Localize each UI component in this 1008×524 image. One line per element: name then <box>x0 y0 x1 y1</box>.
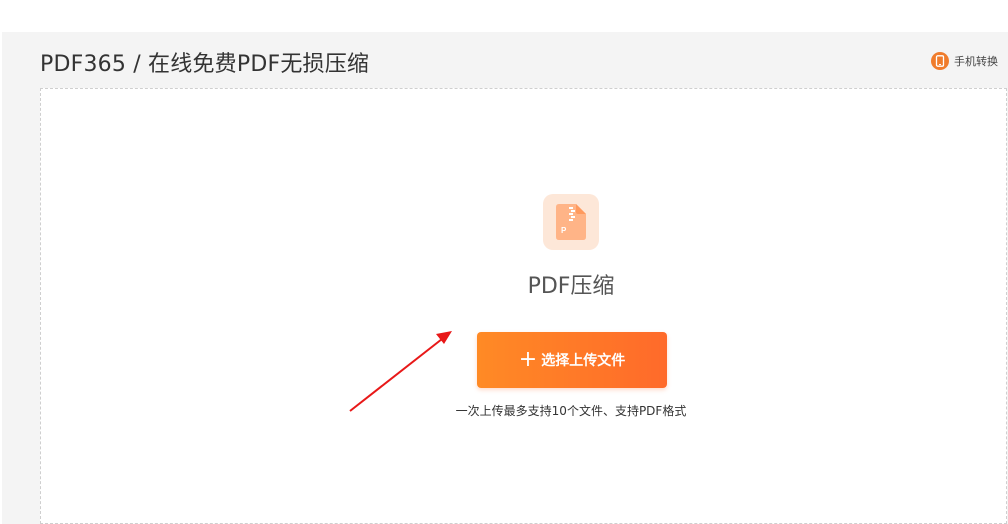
pdf-zip-file-icon: P <box>543 194 599 250</box>
mobile-convert-link[interactable]: 手机转换 <box>931 52 998 70</box>
upload-button-label: 选择上传文件 <box>541 353 626 369</box>
pdf-letter: P <box>561 226 567 235</box>
plus-icon: + <box>518 347 538 372</box>
upload-drop-zone[interactable] <box>40 88 1007 524</box>
mobile-convert-label: 手机转换 <box>954 55 998 68</box>
top-blank-bar <box>0 0 1008 32</box>
upload-hint: 一次上传最多支持10个文件、支持PDF格式 <box>455 404 687 418</box>
select-upload-file-button[interactable]: + 选择上传文件 <box>477 332 667 388</box>
page-title: PDF365 / 在线免费PDF无损压缩 <box>40 52 370 77</box>
tool-title: PDF压缩 <box>527 274 615 299</box>
phone-icon <box>931 52 949 70</box>
